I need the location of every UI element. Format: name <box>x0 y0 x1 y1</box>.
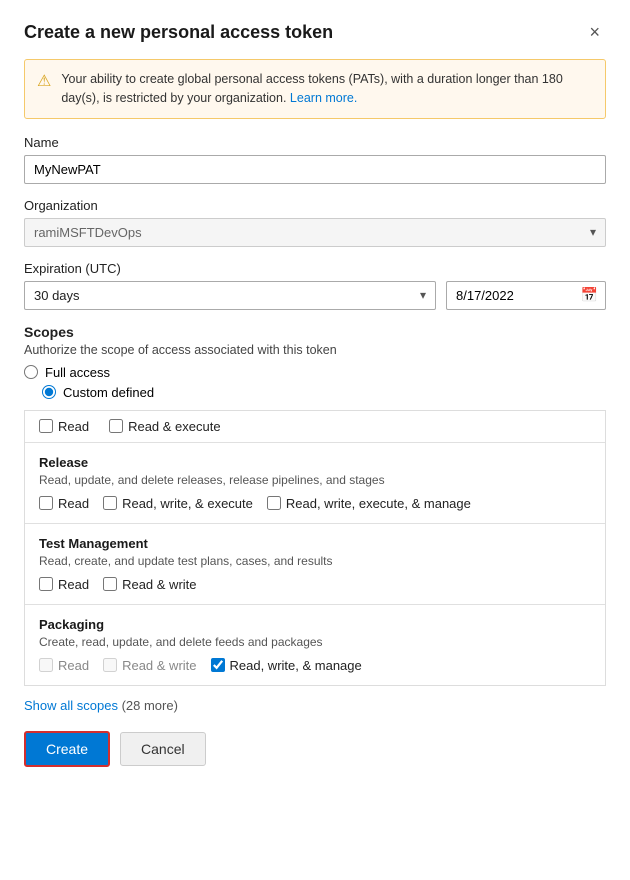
packaging-manage-option[interactable]: Read, write, & manage <box>211 658 362 673</box>
warning-banner: ⚠ Your ability to create global personal… <box>24 59 606 119</box>
release-full-option[interactable]: Read, write, execute, & manage <box>267 496 471 511</box>
release-read-write-execute-label: Read, write, & execute <box>122 496 253 511</box>
partial-read-label: Read <box>58 419 89 434</box>
partial-read-execute-option[interactable]: Read & execute <box>109 419 221 434</box>
release-read-write-execute-checkbox[interactable] <box>103 496 117 510</box>
release-read-checkbox[interactable] <box>39 496 53 510</box>
date-input[interactable] <box>446 281 606 310</box>
scopes-title: Scopes <box>24 324 606 340</box>
test-read-option[interactable]: Read <box>39 577 89 592</box>
test-management-title: Test Management <box>39 536 591 551</box>
test-read-write-label: Read & write <box>122 577 196 592</box>
modal-header: Create a new personal access token × <box>24 20 606 45</box>
scopes-desc: Authorize the scope of access associated… <box>24 343 606 357</box>
release-read-option[interactable]: Read <box>39 496 89 511</box>
organization-label: Organization <box>24 198 606 213</box>
packaging-read-checkbox <box>39 658 53 672</box>
packaging-manage-label: Read, write, & manage <box>230 658 362 673</box>
packaging-read-write-option[interactable]: Read & write <box>103 658 196 673</box>
organization-select[interactable]: ramiMSFTDevOps <box>24 218 606 247</box>
partial-read-execute-label: Read & execute <box>128 419 221 434</box>
release-title: Release <box>39 455 591 470</box>
name-input[interactable] <box>24 155 606 184</box>
packaging-desc: Create, read, update, and delete feeds a… <box>39 635 591 649</box>
date-input-wrapper: 📅 <box>446 281 606 310</box>
warning-text: Your ability to create global personal a… <box>61 70 593 108</box>
release-desc: Read, update, and delete releases, relea… <box>39 473 591 487</box>
modal-footer: Create Cancel <box>24 731 606 767</box>
cancel-button[interactable]: Cancel <box>120 732 206 766</box>
release-options: Read Read, write, & execute Read, write,… <box>39 496 591 511</box>
full-access-radio[interactable] <box>24 365 38 379</box>
packaging-scope-section: Packaging Create, read, update, and dele… <box>25 605 605 685</box>
learn-more-link[interactable]: Learn more. <box>290 91 357 105</box>
packaging-options: Read Read & write Read, write, & manage <box>39 658 591 673</box>
test-management-options: Read Read & write <box>39 577 591 592</box>
release-scope-section: Release Read, update, and delete release… <box>25 443 605 524</box>
test-read-write-checkbox[interactable] <box>103 577 117 591</box>
warning-icon: ⚠ <box>37 71 51 91</box>
scopes-section: Scopes Authorize the scope of access ass… <box>24 324 606 686</box>
organization-select-wrapper: ramiMSFTDevOps ▾ <box>24 218 606 247</box>
packaging-read-write-label: Read & write <box>122 658 196 673</box>
packaging-read-option[interactable]: Read <box>39 658 89 673</box>
expiration-select-wrapper: 30 days 60 days 90 days Custom ▾ <box>24 281 436 310</box>
test-read-write-option[interactable]: Read & write <box>103 577 196 592</box>
release-read-label: Read <box>58 496 89 511</box>
partial-read-option[interactable]: Read <box>39 419 89 434</box>
modal-title: Create a new personal access token <box>24 22 333 43</box>
partial-scope-row: Read Read & execute <box>25 411 605 443</box>
test-read-checkbox[interactable] <box>39 577 53 591</box>
scopes-scroll-area: Read Read & execute Release Read, update… <box>24 410 606 686</box>
custom-defined-option[interactable]: Custom defined <box>42 385 606 400</box>
scopes-radio-group: Full access Custom defined <box>24 365 606 400</box>
show-all-scopes-count: (28 more) <box>122 698 178 713</box>
show-all-scopes-link[interactable]: Show all scopes <box>24 698 118 713</box>
test-read-label: Read <box>58 577 89 592</box>
name-label: Name <box>24 135 606 150</box>
partial-read-execute-checkbox[interactable] <box>109 419 123 433</box>
release-read-write-execute-option[interactable]: Read, write, & execute <box>103 496 253 511</box>
full-access-option[interactable]: Full access <box>24 365 606 380</box>
expiration-row: 30 days 60 days 90 days Custom ▾ 📅 <box>24 281 606 310</box>
test-management-desc: Read, create, and update test plans, cas… <box>39 554 591 568</box>
packaging-read-label: Read <box>58 658 89 673</box>
show-all-scopes-row: Show all scopes (28 more) <box>24 698 606 713</box>
custom-defined-radio[interactable] <box>42 385 56 399</box>
full-access-label: Full access <box>45 365 110 380</box>
packaging-title: Packaging <box>39 617 591 632</box>
custom-defined-label: Custom defined <box>63 385 154 400</box>
create-pat-modal: Create a new personal access token × ⚠ Y… <box>0 0 630 880</box>
expiration-group: Expiration (UTC) 30 days 60 days 90 days… <box>24 261 606 310</box>
organization-group: Organization ramiMSFTDevOps ▾ <box>24 198 606 247</box>
partial-read-checkbox[interactable] <box>39 419 53 433</box>
close-button[interactable]: × <box>583 20 606 45</box>
test-management-scope-section: Test Management Read, create, and update… <box>25 524 605 605</box>
expiration-label: Expiration (UTC) <box>24 261 606 276</box>
release-full-checkbox[interactable] <box>267 496 281 510</box>
release-full-label: Read, write, execute, & manage <box>286 496 471 511</box>
expiration-select[interactable]: 30 days 60 days 90 days Custom <box>24 281 436 310</box>
packaging-read-write-checkbox <box>103 658 117 672</box>
packaging-manage-checkbox[interactable] <box>211 658 225 672</box>
name-group: Name <box>24 135 606 184</box>
create-button[interactable]: Create <box>24 731 110 767</box>
